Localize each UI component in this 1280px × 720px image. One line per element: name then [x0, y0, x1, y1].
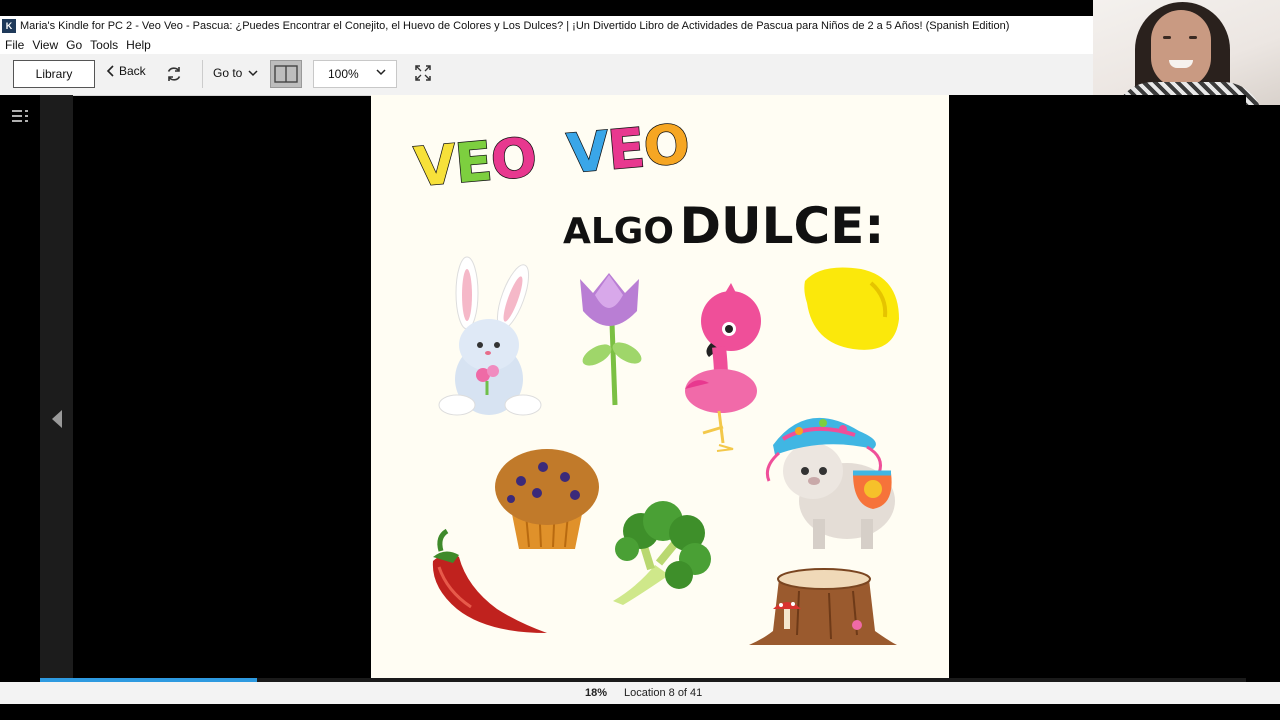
previous-page-arrow-icon[interactable]	[50, 409, 64, 429]
page-subheading: ALGO DULCE:	[563, 201, 884, 251]
left-rail	[0, 95, 40, 678]
page-layout-button[interactable]	[270, 60, 302, 88]
book-page[interactable]: VEO VEO ALGO DULCE:	[371, 95, 949, 678]
reader-toolbar: Library Back Go to 100%	[0, 54, 1093, 96]
heading-letter: O	[488, 125, 540, 193]
menu-go[interactable]: Go	[66, 38, 82, 52]
tree-stump-illustration	[749, 568, 897, 645]
back-label: Back	[119, 64, 146, 78]
left-gutter	[40, 95, 73, 678]
zoom-select[interactable]: 100%	[313, 60, 397, 88]
zoom-value: 100%	[328, 67, 359, 81]
toolbar-divider	[202, 60, 203, 88]
heading-letter: E	[605, 115, 648, 183]
window-title-bar: K Maria's Kindle for PC 2 - Veo Veo - Pa…	[0, 16, 1093, 36]
goto-label: Go to	[213, 66, 243, 80]
chevron-down-icon	[376, 69, 386, 76]
bunny-illustration	[438, 256, 542, 416]
status-bar: 18% Location 8 of 41	[0, 682, 1280, 704]
webcam-eye	[1189, 36, 1197, 39]
menu-view[interactable]: View	[32, 38, 58, 52]
right-rail	[1246, 105, 1280, 678]
menu-file[interactable]: File	[5, 38, 24, 52]
two-column-icon	[274, 65, 298, 83]
webcam-overlay	[1093, 0, 1280, 105]
menu-bar: File View Go Tools Help	[0, 36, 1093, 54]
goto-button[interactable]: Go to	[213, 66, 258, 80]
fullscreen-icon[interactable]	[414, 64, 432, 82]
webcam-eye	[1163, 36, 1171, 39]
right-gutter	[949, 95, 1246, 678]
chevron-left-icon	[106, 65, 114, 77]
window-title: Maria's Kindle for PC 2 - Veo Veo - Pasc…	[20, 20, 1010, 32]
menu-tools[interactable]: Tools	[90, 38, 118, 52]
heading-letter: E	[452, 129, 495, 196]
sync-icon[interactable]	[165, 65, 183, 83]
heading-letter: V	[411, 132, 459, 200]
library-button[interactable]: Library	[13, 60, 95, 88]
flamingo-illustration	[685, 283, 761, 452]
heading-letter: V	[564, 119, 612, 187]
subheading-dulce: DULCE:	[679, 197, 885, 255]
webcam-person-face	[1151, 10, 1211, 88]
screen-bottom-edge	[0, 704, 1280, 720]
reading-location: Location 8 of 41	[624, 687, 703, 699]
llama-illustration	[765, 417, 895, 549]
lemon-illustration	[804, 267, 899, 350]
chevron-down-icon	[248, 69, 258, 76]
back-button[interactable]: Back	[106, 64, 146, 78]
table-of-contents-icon[interactable]	[11, 108, 29, 124]
menu-help[interactable]: Help	[126, 38, 151, 52]
reading-percent: 18%	[585, 687, 608, 699]
page-heading-veo-veo: VEO VEO	[411, 112, 692, 200]
subheading-algo: ALGO	[563, 211, 674, 252]
kindle-app-icon: K	[2, 19, 16, 33]
heading-word-1: VEO	[411, 125, 540, 200]
heading-letter: O	[640, 112, 692, 180]
tulip-illustration	[580, 273, 642, 406]
chili-pepper-illustration	[432, 528, 547, 633]
heading-word-2: VEO	[564, 112, 692, 187]
screen-top-edge	[0, 0, 1280, 16]
broccoli-illustration	[613, 501, 711, 605]
